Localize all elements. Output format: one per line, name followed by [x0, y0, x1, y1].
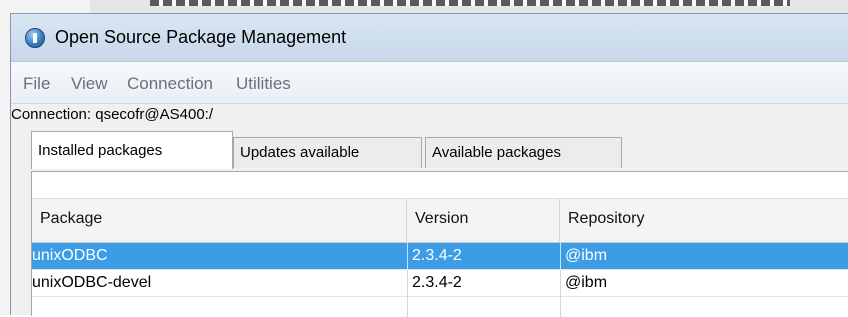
menu-bar: File View Connection Utilities: [11, 62, 848, 104]
column-divider: [407, 270, 408, 297]
repository-cell: @ibm: [565, 274, 608, 291]
package-name-cell: unixODBC-devel: [32, 274, 152, 291]
tab-updates-available[interactable]: Updates available: [233, 137, 422, 168]
column-divider: [560, 243, 561, 270]
table-row-partial[interactable]: [32, 297, 848, 317]
table-row[interactable]: unixODBC-devel 2.3.4-2 @ibm: [32, 270, 848, 297]
tab-installed-packages[interactable]: Installed packages: [31, 131, 233, 169]
table-header: Package Version Repository: [32, 198, 848, 244]
background-document-text: [150, 0, 790, 6]
column-divider: [407, 243, 408, 270]
menu-utilities[interactable]: Utilities: [236, 74, 291, 94]
package-name-cell: unixODBC: [32, 247, 108, 264]
installed-packages-panel: Package Version Repository unixODBC 2.3.…: [31, 171, 848, 317]
version-cell: 2.3.4-2: [412, 247, 462, 264]
repository-cell: @ibm: [565, 247, 608, 264]
connection-label: Connection: qsecofr@AS400:/: [11, 106, 214, 123]
column-divider: [560, 270, 561, 297]
column-divider: [407, 297, 408, 317]
version-cell: 2.3.4-2: [412, 274, 462, 291]
title-bar[interactable]: Open Source Package Management: [11, 14, 848, 62]
column-header-version[interactable]: Version: [407, 199, 560, 244]
column-divider: [560, 297, 561, 317]
column-header-repository[interactable]: Repository: [560, 199, 848, 244]
column-header-package[interactable]: Package: [32, 199, 407, 244]
menu-view[interactable]: View: [71, 74, 108, 94]
tab-available-packages[interactable]: Available packages: [425, 137, 622, 168]
menu-connection[interactable]: Connection: [127, 74, 213, 94]
app-info-icon: [25, 28, 45, 48]
menu-file[interactable]: File: [23, 74, 50, 94]
table-row[interactable]: unixODBC 2.3.4-2 @ibm: [32, 243, 848, 270]
window-title: Open Source Package Management: [55, 27, 347, 47]
package-management-window: Open Source Package Management File View…: [10, 13, 848, 317]
